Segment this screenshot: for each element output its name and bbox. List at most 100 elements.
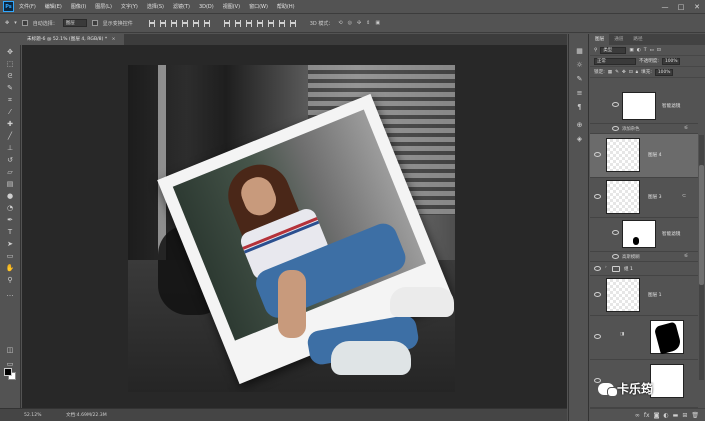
opacity-field[interactable]: 100%: [661, 57, 680, 65]
move-tool-icon[interactable]: ✥: [5, 47, 15, 57]
lock-artboard-icon[interactable]: ⊡: [629, 70, 633, 75]
new-adjustment-icon[interactable]: ◐: [663, 412, 668, 419]
gradient-tool-icon[interactable]: ▤: [5, 179, 15, 189]
brush-tool-icon[interactable]: ╱: [5, 131, 15, 141]
filter-smart-icon[interactable]: ⊡: [657, 48, 661, 53]
close-window-button[interactable]: ✕: [689, 0, 705, 13]
tab-layers[interactable]: 图层: [590, 34, 610, 45]
distribute-vcenter-icon[interactable]: [234, 19, 241, 27]
lasso-tool-icon[interactable]: ᘓ: [5, 71, 15, 81]
menu-filter[interactable]: 滤镜(T): [173, 3, 190, 10]
lock-all-icon[interactable]: 🔒︎: [636, 69, 638, 75]
align-right-icon[interactable]: [203, 19, 210, 27]
lock-pixels-icon[interactable]: ▦: [608, 70, 612, 75]
menu-layer[interactable]: 图层(L): [95, 3, 112, 10]
menu-window[interactable]: 窗口(W): [249, 3, 268, 10]
blur-tool-icon[interactable]: ●: [5, 191, 15, 201]
align-hcenter-icon[interactable]: [192, 19, 199, 27]
3d-roll-icon[interactable]: ◎: [348, 20, 352, 26]
layer-row-selected[interactable]: 图层 4: [590, 134, 698, 178]
blend-mode-dropdown[interactable]: 正常: [594, 57, 636, 65]
layer-row[interactable]: 图层 1: [590, 276, 698, 316]
3d-scale-icon[interactable]: ▣: [375, 20, 380, 26]
3d-pan-icon[interactable]: ✣: [357, 20, 361, 26]
shape-tool-icon[interactable]: ▭: [5, 251, 15, 261]
distribute-bottom-icon[interactable]: [245, 19, 252, 27]
3d-panel-icon[interactable]: ◈: [575, 134, 584, 143]
group-row[interactable]: › 组 1: [590, 262, 698, 276]
eye-icon[interactable]: [594, 292, 601, 297]
marquee-tool-icon[interactable]: ⬚: [5, 59, 15, 69]
layer-row[interactable]: 智能滤镜: [590, 90, 698, 124]
layer-row[interactable]: ◨: [590, 316, 698, 360]
zoom-tool-icon[interactable]: ⚲: [5, 275, 15, 285]
auto-align-icon[interactable]: [289, 19, 296, 27]
eye-icon[interactable]: [612, 102, 619, 107]
scrollbar-thumb[interactable]: [699, 165, 704, 285]
new-group-icon[interactable]: ▬: [673, 412, 679, 419]
filter-options-icon[interactable]: ⚟: [684, 125, 688, 131]
align-top-icon[interactable]: [148, 19, 155, 27]
filter-adjust-icon[interactable]: ◐: [637, 48, 641, 53]
minimize-button[interactable]: —: [657, 0, 673, 13]
menu-3d[interactable]: 3D(D): [199, 4, 214, 10]
filter-type-icon[interactable]: T: [644, 48, 647, 53]
lock-position-icon[interactable]: ✥: [622, 70, 626, 75]
menu-select[interactable]: 选择(S): [147, 3, 164, 10]
eye-icon[interactable]: [594, 266, 601, 271]
eye-icon[interactable]: [594, 334, 601, 339]
eye-icon[interactable]: [612, 230, 619, 235]
brush-settings-icon[interactable]: ✎: [575, 74, 584, 83]
type-tool-icon[interactable]: T: [5, 227, 15, 237]
canvas-area[interactable]: [22, 45, 567, 408]
eyedropper-tool-icon[interactable]: ⁄: [5, 107, 15, 117]
fill-field[interactable]: 100%: [654, 68, 673, 76]
3d-slide-icon[interactable]: ⇕: [366, 20, 370, 26]
healing-brush-tool-icon[interactable]: ✚: [5, 119, 15, 129]
add-mask-icon[interactable]: ◙: [654, 412, 660, 419]
filter-kind-dropdown[interactable]: 类型: [600, 46, 627, 54]
adjust-panel-icon[interactable]: ☼: [575, 60, 584, 69]
menu-image[interactable]: 图像(I): [71, 3, 86, 10]
eye-icon[interactable]: [612, 254, 619, 259]
quick-mask-icon[interactable]: ◫: [5, 345, 15, 355]
3d-rotate-icon[interactable]: ⟲: [338, 20, 342, 26]
menu-edit[interactable]: 编辑(E): [45, 3, 62, 10]
quick-select-tool-icon[interactable]: ✎: [5, 83, 15, 93]
chevron-right-icon[interactable]: ›: [605, 265, 607, 270]
distribute-hcenter-icon[interactable]: [267, 19, 274, 27]
menu-type[interactable]: 文字(Y): [121, 3, 138, 10]
crop-tool-icon[interactable]: ⌗: [5, 95, 15, 105]
align-left-icon[interactable]: [181, 19, 188, 27]
clone-source-icon[interactable]: ⊕: [575, 120, 584, 129]
align-vcenter-icon[interactable]: [159, 19, 166, 27]
zoom-level[interactable]: 52.12%: [24, 413, 46, 418]
filter-pixel-icon[interactable]: ▣: [629, 48, 633, 53]
filter-row[interactable]: 添加杂色 ⚟: [590, 124, 698, 134]
new-layer-icon[interactable]: ⊞: [682, 412, 687, 419]
distribute-top-icon[interactable]: [223, 19, 230, 27]
transform-controls-checkbox[interactable]: [91, 20, 98, 26]
layer-row[interactable]: 智能滤镜: [590, 218, 698, 252]
lock-paint-icon[interactable]: ✎: [615, 70, 619, 75]
filter-shape-icon[interactable]: ▭: [650, 48, 654, 53]
align-bottom-icon[interactable]: [170, 19, 177, 27]
filter-options-icon[interactable]: ⚟: [684, 253, 688, 259]
auto-select-dropdown[interactable]: 图层: [62, 19, 87, 27]
eraser-tool-icon[interactable]: ▱: [5, 167, 15, 177]
filter-row[interactable]: 高斯模糊 ⚟: [590, 252, 698, 262]
tab-channels[interactable]: 通道: [609, 34, 628, 45]
eye-icon[interactable]: [612, 126, 619, 131]
link-layers-icon[interactable]: ∞: [635, 412, 640, 419]
tab-paths[interactable]: 路径: [628, 34, 647, 45]
trash-icon[interactable]: 🗑︎: [691, 412, 699, 419]
layers-scrollbar[interactable]: [699, 135, 704, 380]
chevron-down-icon[interactable]: ▾: [14, 20, 17, 26]
path-select-tool-icon[interactable]: ➤: [5, 239, 15, 249]
history-brush-tool-icon[interactable]: ↺: [5, 155, 15, 165]
layer-row[interactable]: 图层 3 ⊂: [590, 178, 698, 218]
hand-tool-icon[interactable]: ✋: [5, 263, 15, 273]
canvas-image[interactable]: [128, 65, 455, 392]
eye-icon[interactable]: [594, 194, 601, 199]
foreground-color-swatch[interactable]: [4, 368, 12, 376]
